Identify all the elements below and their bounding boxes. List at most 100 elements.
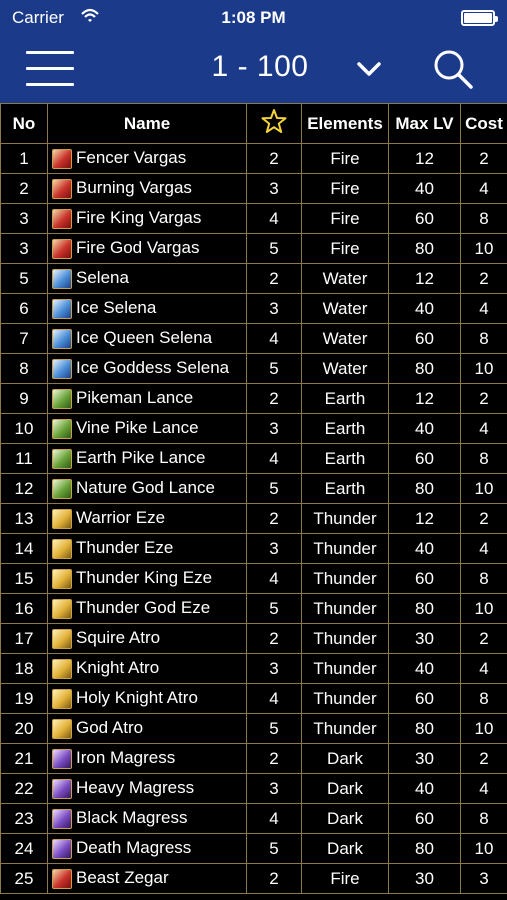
cell-name: Beast Zegar — [47, 863, 247, 894]
cell-element: Earth — [301, 413, 389, 444]
table-row[interactable]: 12 Nature God Lance 5 Earth 80 10 — [0, 473, 507, 504]
cell-cost: 2 — [460, 383, 507, 414]
cell-element: Water — [301, 323, 389, 354]
cell-no: 17 — [0, 623, 48, 654]
cell-name: Fire King Vargas — [47, 203, 247, 234]
unit-portrait-icon — [52, 208, 72, 229]
unit-name: Fire God Vargas — [76, 238, 200, 258]
cell-rarity: 4 — [246, 443, 302, 474]
status-bar: Carrier 1:08 PM — [0, 0, 507, 36]
cell-max-lv: 80 — [388, 593, 461, 624]
table-row[interactable]: 1 Fencer Vargas 2 Fire 12 2 — [0, 143, 507, 174]
cell-element: Dark — [301, 833, 389, 864]
table-row[interactable]: 22 Heavy Magress 3 Dark 40 4 — [0, 773, 507, 804]
table-row[interactable]: 14 Thunder Eze 3 Thunder 40 4 — [0, 533, 507, 564]
unit-name: Knight Atro — [76, 658, 160, 678]
cell-name: Black Magress — [47, 803, 247, 834]
table-row[interactable]: 6 Ice Selena 3 Water 40 4 — [0, 293, 507, 324]
header-rarity[interactable] — [246, 103, 302, 144]
cell-element: Thunder — [301, 533, 389, 564]
table-row[interactable]: 5 Selena 2 Water 12 2 — [0, 263, 507, 294]
unit-portrait-icon — [52, 328, 72, 349]
header-elements[interactable]: Elements — [301, 103, 389, 144]
unit-name: Ice Goddess Selena — [76, 358, 230, 378]
cell-cost: 4 — [460, 533, 507, 564]
unit-name: Pikeman Lance — [76, 388, 194, 408]
cell-name: Ice Goddess Selena — [47, 353, 247, 384]
table-row[interactable]: 24 Death Magress 5 Dark 80 10 — [0, 833, 507, 864]
table-row[interactable]: 2 Burning Vargas 3 Fire 40 4 — [0, 173, 507, 204]
unit-portrait-icon — [52, 178, 72, 199]
unit-name: Squire Atro — [76, 628, 161, 648]
table-row[interactable]: 17 Squire Atro 2 Thunder 30 2 — [0, 623, 507, 654]
unit-portrait-icon — [52, 598, 72, 619]
table-row[interactable]: 9 Pikeman Lance 2 Earth 12 2 — [0, 383, 507, 414]
cell-no: 19 — [0, 683, 48, 714]
table-row[interactable]: 7 Ice Queen Selena 4 Water 60 8 — [0, 323, 507, 354]
unit-name: Thunder King Eze — [76, 568, 213, 588]
cell-cost: 4 — [460, 293, 507, 324]
table-row[interactable]: 25 Beast Zegar 2 Fire 30 3 — [0, 863, 507, 894]
unit-name: Thunder God Eze — [76, 598, 211, 618]
unit-name: Nature God Lance — [76, 478, 215, 498]
table-row[interactable]: 21 Iron Magress 2 Dark 30 2 — [0, 743, 507, 774]
table-row[interactable]: 10 Vine Pike Lance 3 Earth 40 4 — [0, 413, 507, 444]
cell-cost: 4 — [460, 173, 507, 204]
cell-max-lv: 60 — [388, 323, 461, 354]
table-row[interactable]: 23 Black Magress 4 Dark 60 8 — [0, 803, 507, 834]
cell-rarity: 2 — [246, 143, 302, 174]
table-row[interactable]: 16 Thunder God Eze 5 Thunder 80 10 — [0, 593, 507, 624]
table-row[interactable]: 11 Earth Pike Lance 4 Earth 60 8 — [0, 443, 507, 474]
cell-cost: 8 — [460, 563, 507, 594]
cell-no: 6 — [0, 293, 48, 324]
cell-element: Water — [301, 263, 389, 294]
cell-cost: 2 — [460, 743, 507, 774]
cell-name: Vine Pike Lance — [47, 413, 247, 444]
menu-icon[interactable] — [26, 51, 74, 87]
cell-rarity: 4 — [246, 683, 302, 714]
table-row[interactable]: 3 Fire King Vargas 4 Fire 60 8 — [0, 203, 507, 234]
range-title[interactable]: 1 - 100 — [190, 50, 330, 84]
search-icon[interactable] — [432, 48, 474, 90]
unit-name: Earth Pike Lance — [76, 448, 206, 468]
nav-bar: 1 - 100 — [0, 36, 507, 103]
cell-element: Thunder — [301, 563, 389, 594]
table-row[interactable]: 18 Knight Atro 3 Thunder 40 4 — [0, 653, 507, 684]
table-row[interactable]: 15 Thunder King Eze 4 Thunder 60 8 — [0, 563, 507, 594]
cell-no: 24 — [0, 833, 48, 864]
cell-rarity: 5 — [246, 833, 302, 864]
unit-portrait-icon — [52, 778, 72, 799]
table-row[interactable]: 8 Ice Goddess Selena 5 Water 80 10 — [0, 353, 507, 384]
cell-no: 8 — [0, 353, 48, 384]
header-name[interactable]: Name — [47, 103, 247, 144]
cell-rarity: 4 — [246, 803, 302, 834]
cell-rarity: 3 — [246, 533, 302, 564]
table-row[interactable]: 20 God Atro 5 Thunder 80 10 — [0, 713, 507, 744]
cell-element: Earth — [301, 443, 389, 474]
cell-rarity: 2 — [246, 743, 302, 774]
cell-max-lv: 12 — [388, 263, 461, 294]
cell-name: Burning Vargas — [47, 173, 247, 204]
cell-name: Death Magress — [47, 833, 247, 864]
unit-portrait-icon — [52, 358, 72, 379]
cell-rarity: 2 — [246, 503, 302, 534]
cell-no: 15 — [0, 563, 48, 594]
unit-portrait-icon — [52, 388, 72, 409]
cell-max-lv: 80 — [388, 353, 461, 384]
header-cost[interactable]: Cost — [460, 103, 507, 144]
unit-name: God Atro — [76, 718, 144, 738]
unit-name: Holy Knight Atro — [76, 688, 198, 708]
cell-cost: 3 — [460, 863, 507, 894]
table-row[interactable]: 13 Warrior Eze 2 Thunder 12 2 — [0, 503, 507, 534]
table-row[interactable]: 19 Holy Knight Atro 4 Thunder 60 8 — [0, 683, 507, 714]
table-row[interactable]: 3 Fire God Vargas 5 Fire 80 10 — [0, 233, 507, 264]
unit-name: Beast Zegar — [76, 868, 169, 888]
chevron-down-icon[interactable] — [356, 58, 382, 80]
header-max-lv[interactable]: Max LV — [388, 103, 461, 144]
cell-max-lv: 40 — [388, 293, 461, 324]
cell-cost: 8 — [460, 323, 507, 354]
header-no[interactable]: No — [0, 103, 48, 144]
unit-portrait-icon — [52, 808, 72, 829]
cell-element: Dark — [301, 773, 389, 804]
cell-name: Ice Queen Selena — [47, 323, 247, 354]
